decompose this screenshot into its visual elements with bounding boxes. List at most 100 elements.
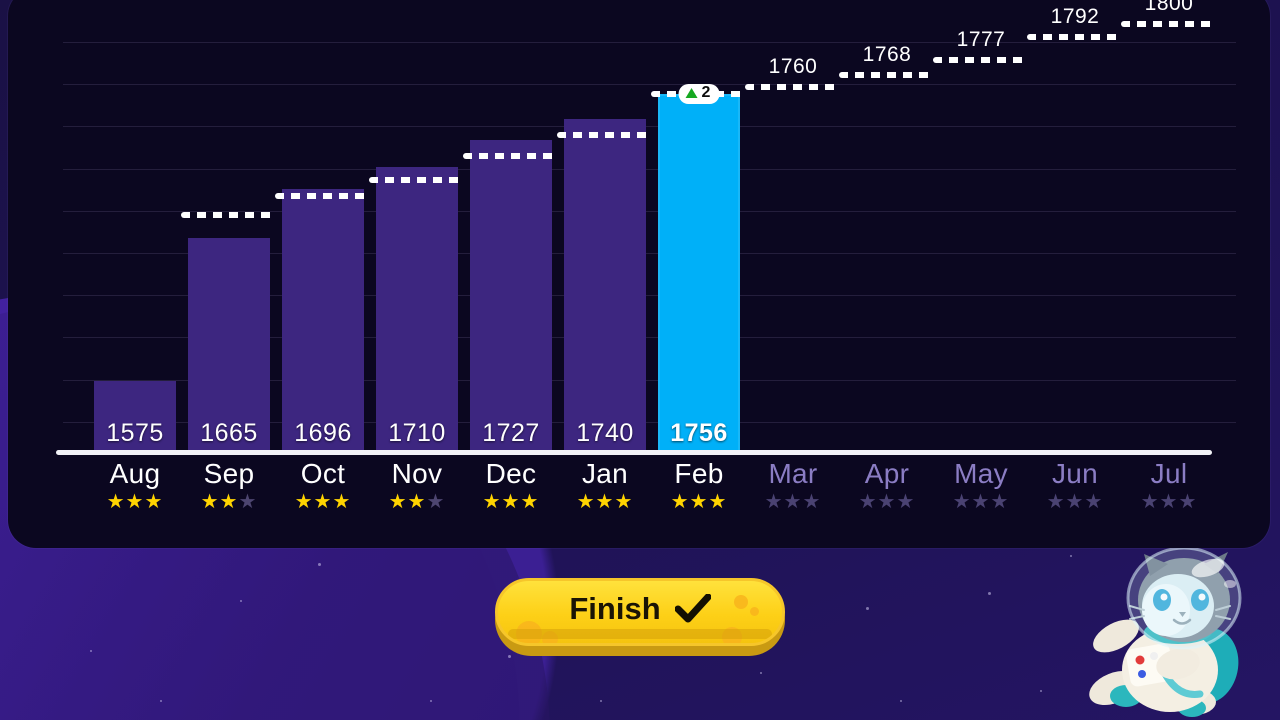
chart-baseline-axis [56, 450, 1212, 455]
chart-bar[interactable]: 1696 [282, 189, 364, 453]
chart-column-feb[interactable]: 1756 2 [651, 0, 747, 453]
star-filled-icon: ★ [200, 491, 220, 513]
month-label: Oct [300, 458, 346, 489]
target-value-label: 1800 [1144, 0, 1194, 15]
star-rating: ★★★ [276, 492, 370, 512]
axis-month-aug[interactable]: Aug ★★★ [88, 456, 182, 512]
star-filled-icon: ★ [670, 491, 690, 513]
star-filled-icon: ★ [482, 491, 502, 513]
target-dashed-line [1027, 33, 1123, 40]
month-label: May [954, 458, 1008, 489]
chart-bar[interactable]: 1727 [470, 139, 552, 453]
star-filled-icon: ★ [407, 491, 427, 513]
star-filled-icon: ★ [144, 491, 164, 513]
star-empty-icon: ★ [1159, 491, 1179, 513]
star-rating: ★★★ [934, 492, 1028, 512]
target-value-label: 1792 [1050, 4, 1100, 28]
axis-month-nov[interactable]: Nov ★★★ [370, 456, 464, 512]
bar-value-label: 1727 [482, 419, 540, 447]
axis-month-may[interactable]: May ★★★ [934, 456, 1028, 512]
target-dashed-line [463, 152, 559, 159]
star-empty-icon: ★ [896, 491, 916, 513]
star-rating: ★★★ [558, 492, 652, 512]
star-dot [988, 592, 991, 595]
chart-column-jul[interactable]: 1800 [1121, 0, 1217, 453]
chart-column-jan[interactable]: 1740 [557, 0, 653, 453]
star-empty-icon: ★ [858, 491, 878, 513]
month-label: Mar [768, 458, 818, 489]
star-filled-icon: ★ [614, 491, 634, 513]
star-dot [90, 650, 92, 652]
chart-column-sep[interactable]: 1665 [181, 0, 277, 453]
bar-value-label: 1665 [200, 419, 258, 447]
rating-delta-badge: 2 [678, 83, 720, 104]
month-label: Jun [1051, 458, 1099, 489]
chart-column-aug[interactable]: 1575 [88, 0, 182, 453]
star-dot [240, 600, 242, 602]
chart-column-mar[interactable]: 1760 [745, 0, 841, 453]
chart-month-axis: Aug ★★★ Sep ★★★ Oct ★★★ Nov ★★★ Dec ★★★ Jan ★★★ Feb ★… [8, 456, 1270, 538]
chart-column-dec[interactable]: 1727 [463, 0, 559, 453]
astronaut-cat-mascot [1060, 546, 1280, 720]
bar-value-label: 1575 [106, 419, 164, 447]
target-dashed-line [745, 84, 841, 91]
finish-button-wrapper[interactable]: Finish [495, 578, 785, 656]
star-rating: ★★★ [840, 492, 934, 512]
star-filled-icon: ★ [595, 491, 615, 513]
star-dot [1040, 690, 1042, 692]
month-label: Sep [203, 458, 255, 489]
axis-month-oct[interactable]: Oct ★★★ [276, 456, 370, 512]
star-rating: ★★★ [1028, 492, 1122, 512]
star-rating: ★★★ [464, 492, 558, 512]
axis-month-mar[interactable]: Mar ★★★ [746, 456, 840, 512]
chart-column-oct[interactable]: 1696 [275, 0, 371, 453]
month-label: Aug [109, 458, 161, 489]
target-value-label: 1760 [768, 55, 818, 79]
star-filled-icon: ★ [106, 491, 126, 513]
target-dashed-line [839, 71, 935, 78]
chart-bar-current[interactable]: 1756 [658, 93, 740, 453]
star-rating: ★★★ [182, 492, 276, 512]
axis-month-jan[interactable]: Jan ★★★ [558, 456, 652, 512]
chart-column-jun[interactable]: 1792 [1027, 0, 1123, 453]
game-results-screen: 1575 1665 1696 1710 1727 1740 1756 2 1760 1768 177… [0, 0, 1280, 720]
star-empty-icon: ★ [764, 491, 784, 513]
check-icon [674, 594, 711, 623]
axis-month-apr[interactable]: Apr ★★★ [840, 456, 934, 512]
star-empty-icon: ★ [426, 491, 446, 513]
star-dot [600, 700, 602, 702]
star-rating: ★★★ [652, 492, 746, 512]
star-rating: ★★★ [1122, 492, 1216, 512]
target-dashed-line [369, 176, 465, 183]
star-dot [900, 700, 902, 702]
star-filled-icon: ★ [388, 491, 408, 513]
star-filled-icon: ★ [576, 491, 596, 513]
star-empty-icon: ★ [1140, 491, 1160, 513]
bar-value-label: 1740 [576, 419, 634, 447]
star-empty-icon: ★ [971, 491, 991, 513]
chart-bar[interactable]: 1710 [376, 166, 458, 453]
star-empty-icon: ★ [952, 491, 972, 513]
bar-value-label: 1696 [294, 419, 352, 447]
chart-bar[interactable]: 1575 [94, 381, 176, 453]
chart-column-apr[interactable]: 1768 [839, 0, 935, 453]
month-label: Nov [391, 458, 443, 489]
finish-button-label: Finish [569, 591, 661, 626]
chart-column-nov[interactable]: 1710 [369, 0, 465, 453]
axis-month-dec[interactable]: Dec ★★★ [464, 456, 558, 512]
finish-button[interactable]: Finish [495, 578, 785, 646]
axis-month-jun[interactable]: Jun ★★★ [1028, 456, 1122, 512]
star-filled-icon: ★ [501, 491, 521, 513]
axis-month-sep[interactable]: Sep ★★★ [182, 456, 276, 512]
star-dot [760, 672, 762, 674]
axis-month-jul[interactable]: Jul ★★★ [1122, 456, 1216, 512]
target-dashed-line [933, 57, 1029, 64]
month-label: Dec [485, 458, 537, 489]
star-empty-icon: ★ [1178, 491, 1198, 513]
star-dot [866, 607, 869, 610]
star-empty-icon: ★ [802, 491, 822, 513]
chart-column-may[interactable]: 1777 [933, 0, 1029, 453]
chart-bar[interactable]: 1665 [188, 238, 270, 453]
axis-month-feb[interactable]: Feb ★★★ [652, 456, 746, 512]
chart-bar[interactable]: 1740 [564, 119, 646, 453]
